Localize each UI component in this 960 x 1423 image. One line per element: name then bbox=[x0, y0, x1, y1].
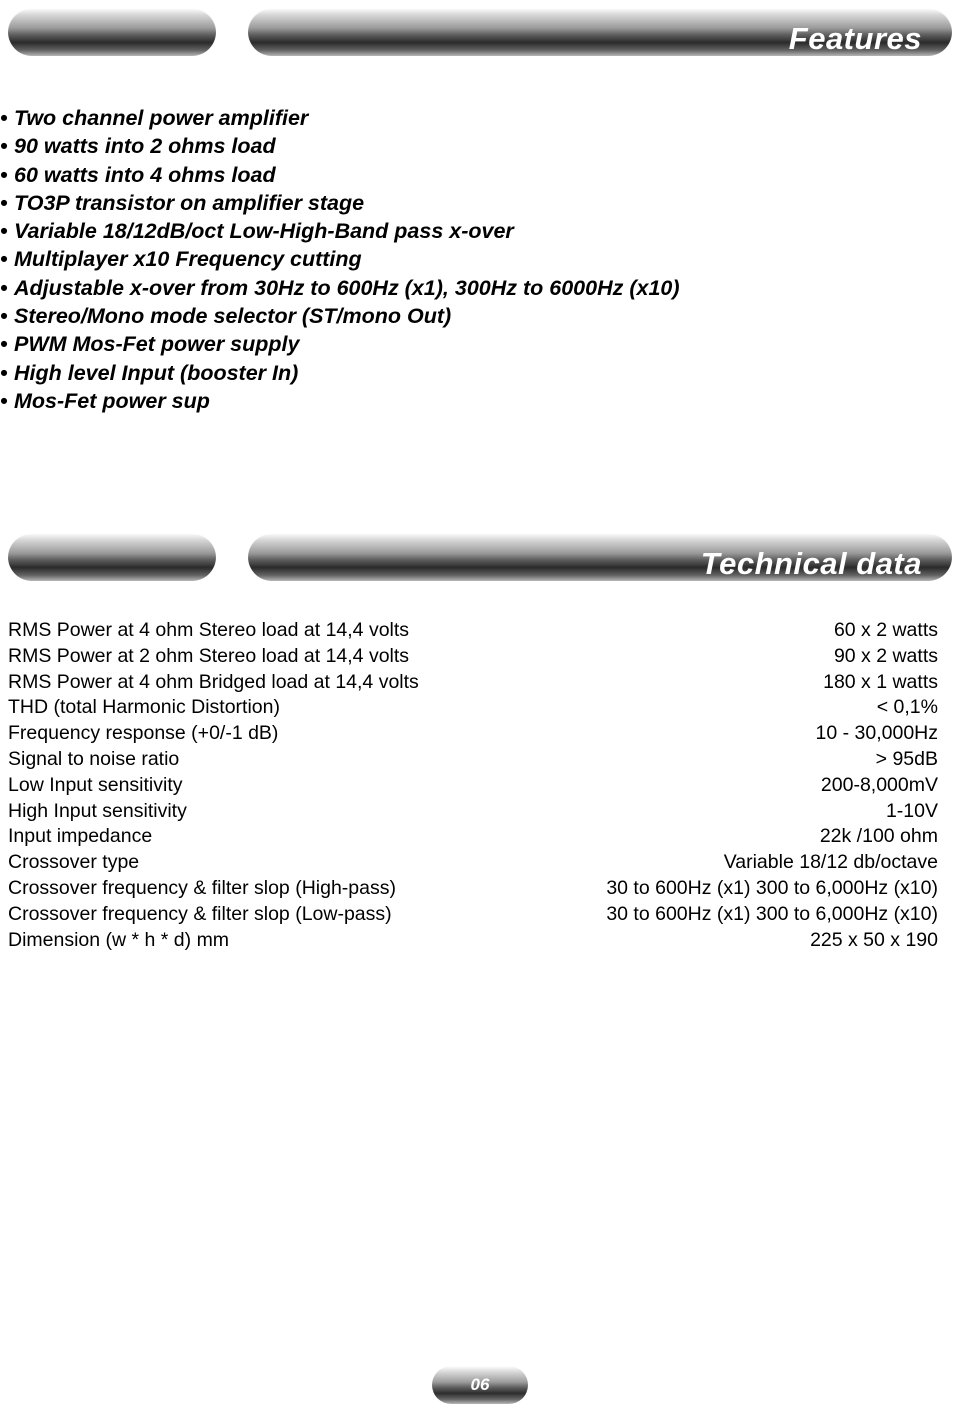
spec-label: THD (total Harmonic Distortion) bbox=[8, 696, 280, 719]
list-item: Multiplayer x10 Frequency cutting bbox=[0, 245, 700, 274]
technical-data-banner: Technical data bbox=[0, 525, 960, 587]
spec-value: > 95dB bbox=[875, 747, 938, 770]
table-row: THD (total Harmonic Distortion) < 0,1% bbox=[8, 695, 938, 721]
spec-label: Frequency response (+0/-1 dB) bbox=[8, 722, 279, 745]
page-number-badge: 06 bbox=[432, 1366, 528, 1404]
spec-label: RMS Power at 4 ohm Stereo load at 14,4 v… bbox=[8, 619, 410, 641]
spec-label: Signal to noise ratio bbox=[8, 747, 180, 770]
table-row: Low Input sensitivity 200-8,000mV bbox=[8, 773, 938, 799]
spec-value: 22k /100 ohm bbox=[819, 825, 938, 848]
spec-label: Crossover frequency & filter slop (Low-p… bbox=[8, 902, 392, 925]
spec-label: Input impedance bbox=[8, 825, 153, 848]
list-item: TO3P transistor on amplifier stage bbox=[0, 189, 700, 218]
table-row: RMS Power at 2 ohm Stereo load at 14,4 v… bbox=[8, 644, 938, 670]
spec-value: 60 x 2 watts bbox=[833, 619, 938, 641]
spec-value: 30 to 600Hz (x1) 300 to 6,000Hz (x10) bbox=[606, 902, 938, 925]
features-banner-left-pill bbox=[8, 8, 216, 56]
list-item: PWM Mos-Fet power supply bbox=[0, 330, 700, 359]
list-item: Mos-Fet power sup bbox=[0, 387, 700, 416]
table-row: RMS Power at 4 ohm Stereo load at 14,4 v… bbox=[8, 618, 938, 644]
spec-label: Crossover frequency & filter slop (High-… bbox=[8, 876, 396, 899]
technical-data-banner-right-pill: Technical data bbox=[248, 533, 952, 581]
spec-value: 10 - 30,000Hz bbox=[815, 722, 939, 745]
spec-value: 180 x 1 watts bbox=[823, 670, 938, 693]
spec-label: RMS Power at 4 ohm Bridged load at 14,4 … bbox=[8, 670, 419, 693]
table-row: Crossover frequency & filter slop (Low-p… bbox=[8, 902, 938, 928]
table-row: Crossover type Variable 18/12 db/octave bbox=[8, 850, 938, 876]
spec-value: < 0,1% bbox=[876, 696, 938, 719]
spec-label: High Input sensitivity bbox=[8, 799, 187, 822]
technical-data-table: RMS Power at 4 ohm Stereo load at 14,4 v… bbox=[8, 618, 938, 953]
spec-value: 90 x 2 watts bbox=[833, 644, 938, 667]
spec-label: RMS Power at 2 ohm Stereo load at 14,4 v… bbox=[8, 644, 410, 667]
table-row: Crossover frequency & filter slop (High-… bbox=[8, 876, 938, 902]
list-item: Variable 18/12dB/oct Low-High-Band pass … bbox=[0, 217, 700, 246]
table-row: Signal to noise ratio > 95dB bbox=[8, 747, 938, 773]
spec-label: Low Input sensitivity bbox=[8, 773, 183, 796]
list-item: 60 watts into 4 ohms load bbox=[0, 161, 700, 190]
technical-data-banner-title: Technical data bbox=[700, 546, 922, 581]
spec-value: Variable 18/12 db/octave bbox=[723, 851, 938, 874]
spec-label: Crossover type bbox=[8, 851, 140, 874]
features-list: Two channel power amplifier 90 watts int… bbox=[0, 104, 700, 416]
spec-value: 200-8,000mV bbox=[820, 773, 938, 796]
table-row: Input impedance 22k /100 ohm bbox=[8, 824, 938, 850]
spec-label: Dimension (w * h * d) mm bbox=[8, 928, 230, 951]
features-banner: Features bbox=[0, 0, 960, 62]
list-item: Two channel power amplifier bbox=[0, 104, 700, 133]
spec-value: 1-10V bbox=[885, 799, 938, 822]
table-row: Frequency response (+0/-1 dB) 10 - 30,00… bbox=[8, 721, 938, 747]
list-item: Adjustable x-over from 30Hz to 600Hz (x1… bbox=[0, 274, 700, 303]
list-item: High level Input (booster In) bbox=[0, 359, 700, 388]
features-banner-title: Features bbox=[788, 21, 922, 56]
technical-data-banner-left-pill bbox=[8, 533, 216, 581]
list-item: 90 watts into 2 ohms load bbox=[0, 132, 700, 161]
spec-value: 30 to 600Hz (x1) 300 to 6,000Hz (x10) bbox=[606, 876, 938, 899]
list-item: Stereo/Mono mode selector (ST/mono Out) bbox=[0, 302, 700, 331]
spec-value: 225 x 50 x 190 bbox=[810, 928, 938, 951]
table-row: Dimension (w * h * d) mm 225 x 50 x 190 bbox=[8, 928, 938, 954]
features-banner-right-pill: Features bbox=[248, 8, 952, 56]
table-row: RMS Power at 4 ohm Bridged load at 14,4 … bbox=[8, 670, 938, 696]
table-row: High Input sensitivity 1-10V bbox=[8, 799, 938, 825]
